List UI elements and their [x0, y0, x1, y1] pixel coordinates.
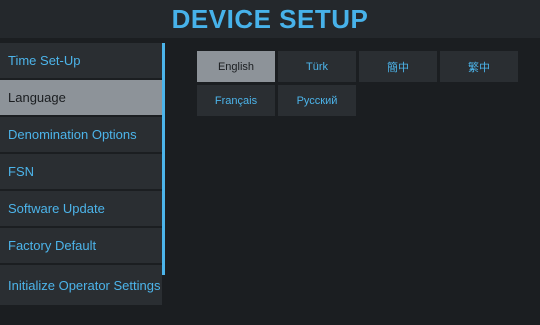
- device-setup-screen: DEVICE SETUP Time Set-Up Language Denomi…: [0, 0, 540, 325]
- language-option-label: Русский: [296, 94, 338, 107]
- sidebar-item-factory-default[interactable]: Factory Default: [0, 228, 162, 263]
- sidebar-scrollbar[interactable]: [162, 43, 165, 275]
- sidebar-item-label: Initialize Operator Settings: [8, 277, 161, 293]
- language-option-label: Türk: [306, 60, 328, 73]
- language-option-turkish[interactable]: Türk: [278, 51, 356, 82]
- sidebar-item-software-update[interactable]: Software Update: [0, 191, 162, 226]
- language-option-english[interactable]: English: [197, 51, 275, 82]
- title-bar: DEVICE SETUP: [0, 0, 540, 38]
- sidebar-item-label: Factory Default: [8, 238, 97, 253]
- language-option-label: 繁中: [468, 61, 490, 74]
- content-area: Time Set-Up Language Denomination Option…: [0, 38, 540, 325]
- language-option-russian[interactable]: Русский: [278, 85, 356, 116]
- sidebar-item-time-setup[interactable]: Time Set-Up: [0, 43, 162, 78]
- sidebar-item-initialize-operator-settings[interactable]: Initialize Operator Settings: [0, 265, 162, 305]
- sidebar-item-language[interactable]: Language: [0, 80, 162, 115]
- language-option-french[interactable]: Français: [197, 85, 275, 116]
- language-option-label: 簡中: [387, 61, 409, 74]
- sidebar-item-fsn[interactable]: FSN: [0, 154, 162, 189]
- language-option-traditional-chinese[interactable]: 繁中: [440, 51, 518, 82]
- sidebar-item-label: FSN: [8, 164, 34, 179]
- sidebar-item-denomination-options[interactable]: Denomination Options: [0, 117, 162, 152]
- sidebar-item-label: Time Set-Up: [8, 53, 81, 68]
- sidebar-item-label: Denomination Options: [8, 127, 137, 142]
- sidebar-item-label: Language: [8, 90, 66, 105]
- page-title: DEVICE SETUP: [171, 3, 369, 34]
- language-option-label: Français: [214, 94, 258, 107]
- sidebar-item-label: Software Update: [8, 201, 105, 216]
- language-option-label: English: [217, 60, 255, 73]
- language-option-simplified-chinese[interactable]: 簡中: [359, 51, 437, 82]
